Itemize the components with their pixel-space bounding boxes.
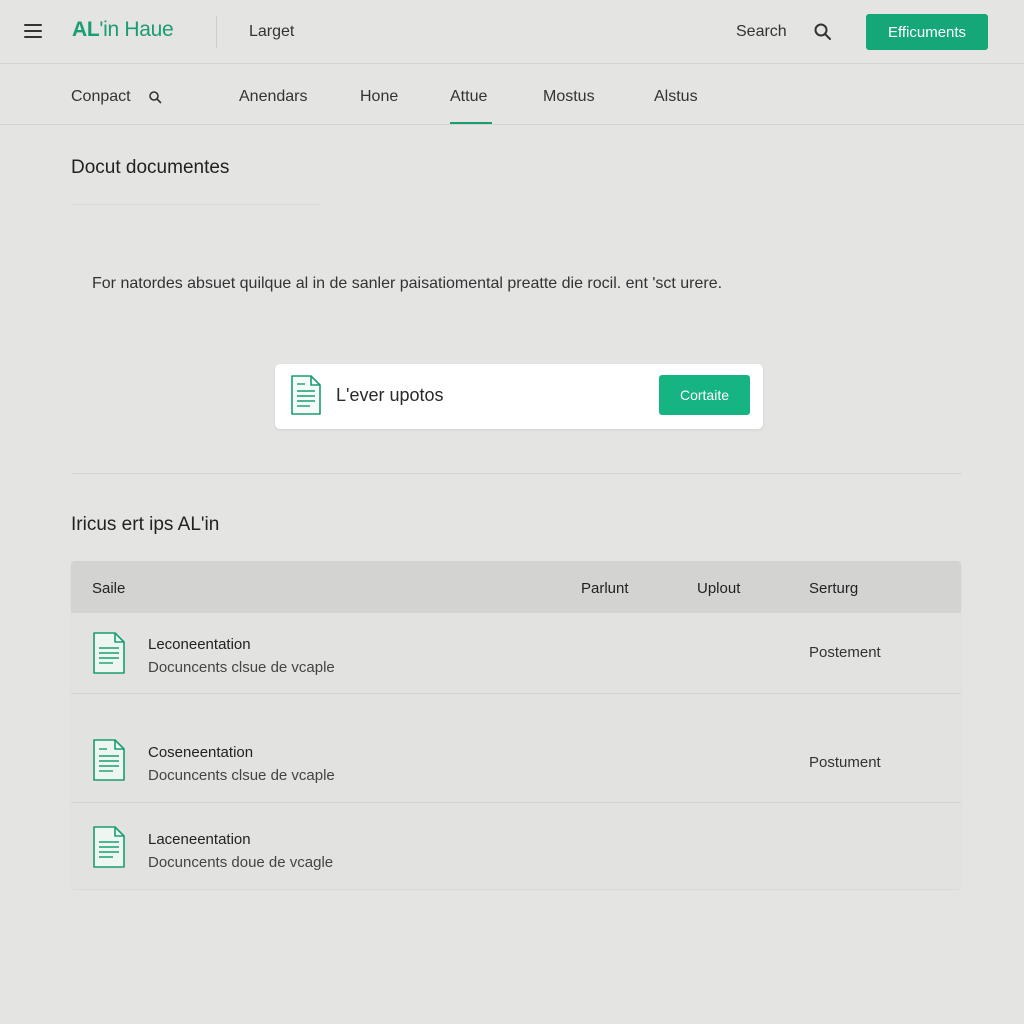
nav-item-compact[interactable]: Conpact	[71, 88, 131, 106]
nav-item-attue[interactable]: Attue	[450, 88, 487, 106]
nav-item-anendars[interactable]: Anendars	[239, 88, 308, 106]
logo-rest: 'in Haue	[99, 18, 174, 41]
column-header-setting[interactable]: Serturg	[809, 580, 858, 597]
column-header-parent[interactable]: Parlunt	[581, 580, 629, 597]
list-section-title: Iricus ert ips AL'in	[71, 514, 220, 535]
search-label[interactable]: Search	[736, 23, 787, 41]
table-row[interactable]: Coseneentation Docuncents clsue de vcapl…	[71, 694, 961, 803]
row-subtitle: Docuncents clsue de vcaple	[148, 767, 335, 784]
search-icon[interactable]	[813, 22, 833, 42]
row-title: Leconeentation	[148, 636, 251, 653]
column-header-name[interactable]: Saile	[92, 580, 125, 597]
upload-card-label: L'ever upotos	[336, 385, 444, 405]
table-header: Saile Parlunt Uplout Serturg	[71, 561, 961, 613]
upload-description: For natordes absuet quilque al in de san…	[92, 275, 723, 292]
upload-section-title: Docut documentes	[71, 157, 230, 178]
table-row[interactable]: Laceneentation Docuncents doue de vcagle	[71, 803, 961, 889]
app-logo[interactable]: AL'in Haue	[72, 18, 174, 42]
documents-cta-button[interactable]: Efficuments	[866, 14, 988, 50]
nav-item-mostus[interactable]: Mostus	[543, 88, 595, 106]
header-divider	[216, 16, 217, 48]
upload-card: L'ever upotos Cortaite	[275, 364, 763, 429]
title-divider	[71, 204, 321, 205]
documents-table: Saile Parlunt Uplout Serturg Leconeentat…	[71, 561, 961, 889]
active-tab-indicator	[450, 122, 492, 124]
row-subtitle: Docuncents doue de vcagle	[148, 854, 334, 871]
search-icon[interactable]	[148, 90, 162, 104]
document-icon	[93, 826, 125, 868]
column-header-upload[interactable]: Uplout	[697, 580, 740, 597]
upload-continue-button[interactable]: Cortaite	[659, 375, 750, 415]
document-icon	[291, 375, 321, 415]
nav-item-hone[interactable]: Hone	[360, 88, 398, 106]
row-title: Coseneentation	[148, 744, 254, 761]
top-header: AL'in Haue Larget Search Efficuments	[0, 0, 1024, 64]
menu-icon[interactable]	[24, 24, 42, 38]
document-icon	[93, 632, 125, 674]
page: AL'in Haue Larget Search Efficuments Con…	[0, 0, 1024, 1024]
row-status: Postement	[809, 644, 881, 661]
main-nav: Conpact Anendars Hone Attue Mostus Alstu…	[0, 64, 1024, 125]
row-subtitle: Docuncents clsue de vcaple	[148, 659, 335, 676]
row-title: Laceneentation	[148, 831, 251, 848]
logo-strong: AL	[72, 18, 100, 41]
nav-item-alstus[interactable]: Alstus	[654, 88, 698, 106]
table-row[interactable]: Leconeentation Docuncents clsue de vcapl…	[71, 613, 961, 694]
row-status: Postument	[809, 754, 881, 771]
section-divider	[71, 473, 962, 474]
header-context-label[interactable]: Larget	[249, 23, 294, 41]
document-icon	[93, 739, 125, 781]
